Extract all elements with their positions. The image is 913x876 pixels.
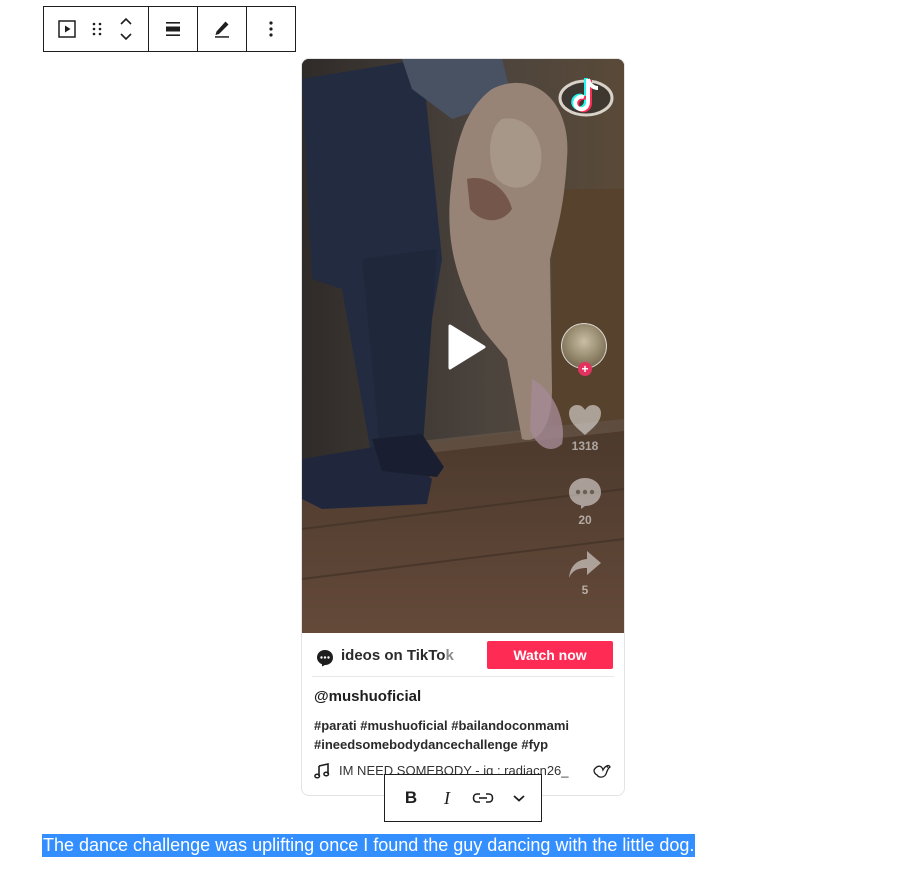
edit-group xyxy=(198,7,247,51)
like-action[interactable]: 1318 xyxy=(560,403,610,453)
comment-action[interactable]: 20 xyxy=(560,475,610,527)
dove-emoji-icon xyxy=(593,764,611,778)
move-down-button[interactable] xyxy=(119,29,133,45)
options-group xyxy=(247,7,295,51)
chevron-down-icon xyxy=(513,795,525,802)
drag-handle-icon xyxy=(92,22,102,36)
video-caption: #parati #mushuoficial #bailandoconmami #… xyxy=(314,718,570,752)
more-options-button[interactable] xyxy=(247,7,295,51)
play-icon[interactable] xyxy=(447,323,487,371)
like-count: 1318 xyxy=(571,439,599,453)
embed-video-icon xyxy=(58,20,76,38)
more-formats-button[interactable] xyxy=(501,775,537,821)
author-handle[interactable]: @mushuoficial xyxy=(314,688,421,705)
bold-icon: B xyxy=(404,788,418,807)
block-toolbar xyxy=(43,6,296,52)
more-videos-text-fade: k xyxy=(445,647,454,664)
drag-handle-button[interactable] xyxy=(90,7,104,51)
move-down-icon xyxy=(120,33,132,41)
comment-count: 20 xyxy=(578,513,592,527)
align-button[interactable] xyxy=(149,7,197,51)
music-note-icon xyxy=(314,763,330,779)
share-action[interactable]: 5 xyxy=(560,549,610,597)
link-icon xyxy=(472,793,494,803)
follow-plus-icon[interactable]: + xyxy=(578,362,592,376)
block-type-button[interactable] xyxy=(44,7,90,51)
heart-icon xyxy=(569,405,601,435)
align-icon xyxy=(166,22,180,36)
selected-text[interactable]: The dance challenge was uplifting once I… xyxy=(42,834,696,857)
chat-bubble-icon xyxy=(317,650,333,667)
link-button[interactable] xyxy=(465,775,501,821)
share-icon xyxy=(569,551,601,578)
edit-url-icon xyxy=(215,21,229,38)
format-toolbar: B I xyxy=(384,774,542,822)
move-up-icon xyxy=(120,17,132,25)
comment-icon xyxy=(569,478,601,509)
video-player[interactable]: + 1318 20 5 xyxy=(302,59,624,633)
tiktok-embed: + 1318 20 5 ideos on TikTok Watch now @m… xyxy=(301,58,625,796)
italic-icon: I xyxy=(444,787,450,808)
watch-now-button[interactable]: Watch now xyxy=(487,641,613,669)
align-group xyxy=(149,7,198,51)
paragraph-block[interactable]: The dance challenge was uplifting once I… xyxy=(42,832,696,858)
more-videos-text: ideos on TikTok xyxy=(341,647,454,664)
more-videos-bar: ideos on TikTok Watch now xyxy=(312,641,614,677)
bold-button[interactable]: B xyxy=(393,775,429,821)
block-type-group xyxy=(44,7,149,51)
more-options-icon xyxy=(269,21,273,37)
edit-url-button[interactable] xyxy=(198,7,246,51)
move-up-button[interactable] xyxy=(119,13,133,29)
block-mover xyxy=(104,7,148,51)
italic-button[interactable]: I xyxy=(429,775,465,821)
tiktok-logo-icon xyxy=(558,78,614,117)
share-count: 5 xyxy=(581,583,589,597)
